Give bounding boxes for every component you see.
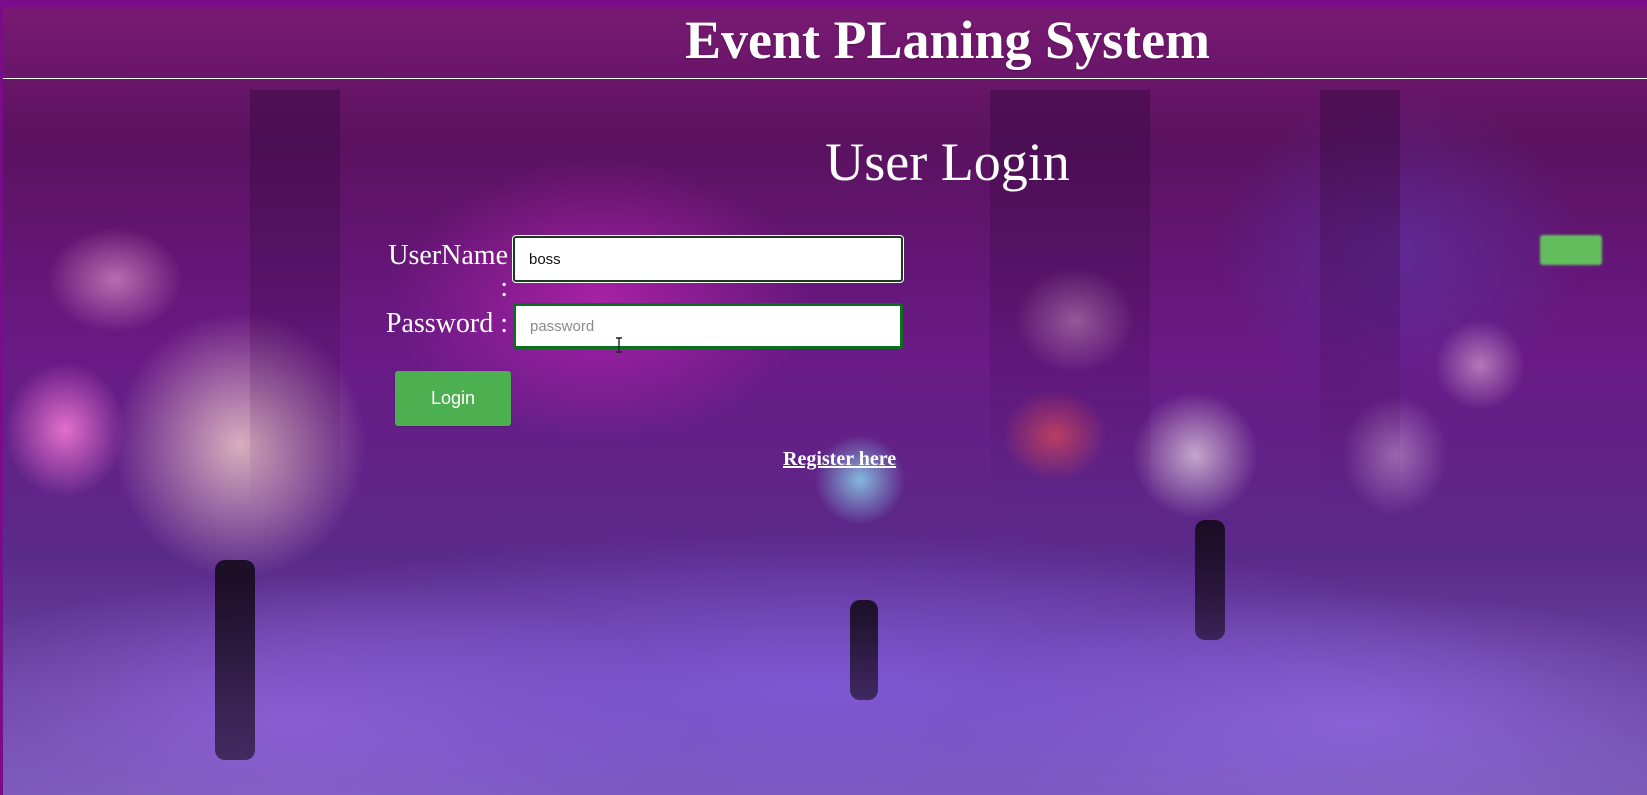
window-frame-left (0, 0, 3, 795)
exit-sign (1540, 235, 1602, 265)
background-stand (1195, 520, 1225, 640)
username-input[interactable] (513, 236, 903, 282)
title-divider (3, 78, 1647, 79)
window-frame-top (0, 0, 1647, 7)
background-stand (850, 600, 878, 700)
login-button[interactable]: Login (395, 371, 511, 426)
register-link[interactable]: Register here (783, 446, 896, 472)
password-input[interactable] (513, 303, 903, 349)
username-label: UserName : (388, 240, 508, 303)
site-title: Event PLaning System (684, 10, 1211, 70)
login-heading: User Login (825, 132, 1070, 192)
background-stand (215, 560, 255, 760)
text-cursor-icon (616, 337, 622, 353)
background-image (0, 0, 1647, 795)
password-label: Password : (385, 308, 508, 339)
